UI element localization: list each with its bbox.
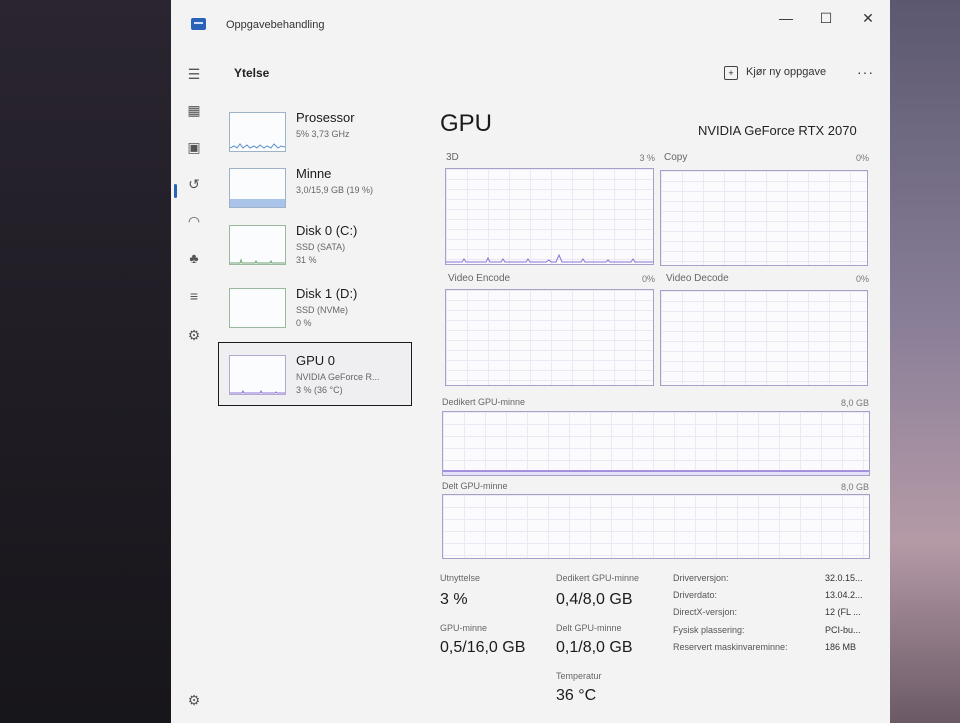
directx-version-label: DirectX-versjon:	[673, 607, 738, 617]
engine-3d-pct: 3 %	[639, 153, 655, 163]
perf-item-detail: 5% 3,73 GHz	[296, 129, 350, 139]
active-indicator	[174, 184, 177, 198]
disk-0-thumbnail	[229, 225, 286, 265]
temperature-value: 36 °C	[556, 687, 597, 704]
dedicated-stat-label: Dedikert GPU-minne	[556, 573, 640, 583]
engine-video-encode-graph	[445, 289, 654, 386]
engine-video-encode-pct: 0%	[641, 274, 655, 284]
perf-item-processor[interactable]: Prosessor 5% 3,73 GHz	[219, 100, 409, 162]
performance-icon[interactable]: ▣	[184, 137, 204, 157]
utilization-label: Utnyttelse	[440, 573, 481, 583]
shared-memory-graph	[442, 494, 870, 559]
shared-stat-label: Delt GPU-minne	[556, 623, 622, 633]
reserved-memory-value: 186 MB	[825, 642, 857, 652]
desktop-background-left	[0, 0, 175, 723]
minimize-button[interactable]: —	[775, 8, 797, 28]
perf-item-name: Disk 1 (D:)	[296, 286, 358, 301]
task-manager-app-icon	[191, 18, 206, 30]
gpu-model-name: NVIDIA GeForce RTX 2070	[698, 123, 857, 138]
reserved-memory-label: Reservert maskinvareminne:	[673, 642, 788, 652]
disk-1-thumbnail	[229, 288, 286, 328]
engine-3d-graph	[445, 168, 654, 265]
perf-item-detail: SSD (SATA)	[296, 242, 346, 252]
utilization-value: 3 %	[440, 591, 468, 608]
gpu-title: GPU	[440, 110, 493, 137]
run-new-task-button[interactable]: Kjør ny oppgave	[746, 66, 826, 78]
startup-icon[interactable]: ◠	[184, 211, 204, 231]
perf-item-disk-0[interactable]: Disk 0 (C:) SSD (SATA) 31 %	[219, 213, 409, 275]
processes-icon[interactable]: ▦	[184, 100, 204, 120]
navigation-rail: ☰ ▦ ▣ ↺ ◠ ♣ ≡ ⚙ ⚙	[171, 44, 219, 723]
perf-item-usage: 3 % (36 °C)	[296, 385, 343, 395]
processor-thumbnail	[229, 112, 286, 152]
task-manager-window: Oppgavebehandling — ☐ ✕ ☰ ▦ ▣ ↺ ◠ ♣ ≡ ⚙ …	[171, 0, 890, 723]
perf-item-name: Minne	[296, 166, 332, 181]
shared-memory-max: 8,0 GB	[840, 482, 869, 492]
engine-copy-graph	[660, 170, 868, 266]
users-icon[interactable]: ♣	[184, 248, 204, 268]
engine-copy-pct: 0%	[855, 153, 869, 163]
engine-video-decode-label[interactable]: Video Decode	[666, 273, 729, 284]
physical-location-label: Fysisk plassering:	[673, 625, 745, 635]
dedicated-memory-max: 8,0 GB	[840, 398, 869, 408]
run-new-task-icon[interactable]: +	[724, 66, 738, 80]
perf-item-name: Prosessor	[296, 110, 355, 125]
engine-3d-label[interactable]: 3D	[446, 152, 459, 163]
dedicated-memory-label: Dedikert GPU-minne	[442, 397, 526, 407]
perf-item-name: Disk 0 (C:)	[296, 223, 358, 238]
perf-item-detail: 3,0/15,9 GB (19 %)	[296, 185, 374, 195]
shared-memory-label: Delt GPU-minne	[442, 481, 508, 491]
driver-date-label: Driverdato:	[673, 590, 718, 600]
menu-icon[interactable]: ☰	[184, 64, 204, 84]
perf-item-usage: 0 %	[296, 318, 312, 328]
maximize-button[interactable]: ☐	[815, 8, 837, 28]
perf-item-detail: SSD (NVMe)	[296, 305, 349, 315]
section-title: Ytelse	[234, 66, 270, 80]
driver-version-value: 32.0.15...	[825, 573, 863, 583]
gpu-memory-label: GPU-minne	[440, 623, 488, 633]
engine-video-decode-graph	[660, 290, 868, 386]
memory-thumbnail	[229, 168, 286, 208]
title-bar[interactable]: Oppgavebehandling — ☐ ✕	[171, 0, 890, 44]
driver-version-label: Driverversjon:	[673, 573, 729, 583]
close-button[interactable]: ✕	[857, 8, 879, 28]
settings-icon[interactable]: ⚙	[184, 690, 204, 710]
perf-item-name: GPU 0	[296, 353, 336, 368]
perf-item-memory[interactable]: Minne 3,0/15,9 GB (19 %)	[219, 156, 409, 218]
engine-video-decode-pct: 0%	[855, 274, 869, 284]
history-icon[interactable]: ↺	[184, 174, 204, 194]
engine-video-encode-label[interactable]: Video Encode	[448, 273, 510, 284]
shared-stat-value: 0,1/8,0 GB	[556, 639, 633, 656]
temperature-label: Temperatur	[556, 671, 602, 681]
more-options-button[interactable]: ···	[857, 64, 874, 80]
perf-item-detail: NVIDIA GeForce R...	[296, 372, 380, 382]
perf-item-gpu-0[interactable]: GPU 0 NVIDIA GeForce R... 3 % (36 °C)	[218, 342, 412, 406]
directx-version-value: 12 (FL ...	[825, 607, 861, 617]
details-icon[interactable]: ≡	[184, 286, 204, 306]
dedicated-stat-value: 0,4/8,0 GB	[556, 591, 633, 608]
gpu-0-thumbnail	[229, 355, 286, 395]
desktop-background-right	[890, 0, 960, 723]
engine-copy-label[interactable]: Copy	[664, 152, 687, 163]
dedicated-memory-graph	[442, 411, 870, 476]
services-icon[interactable]: ⚙	[184, 325, 204, 345]
driver-date-value: 13.04.2...	[825, 590, 863, 600]
perf-item-usage: 31 %	[296, 255, 317, 265]
window-title: Oppgavebehandling	[226, 19, 325, 31]
gpu-memory-value: 0,5/16,0 GB	[440, 639, 526, 656]
perf-item-disk-1[interactable]: Disk 1 (D:) SSD (NVMe) 0 %	[219, 276, 409, 338]
physical-location-value: PCI-bu...	[825, 625, 861, 635]
